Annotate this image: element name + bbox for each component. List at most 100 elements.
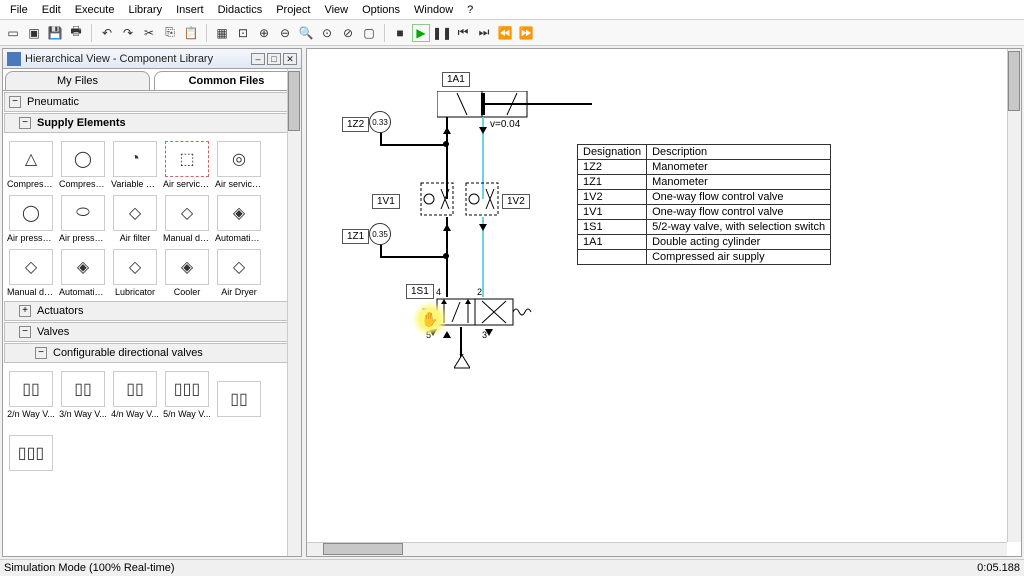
component-item[interactable]: ◈Cooler	[162, 245, 212, 297]
section-label: Valves	[37, 326, 69, 338]
collapse-icon[interactable]: −	[35, 347, 47, 359]
section-config-valves[interactable]: − Configurable directional valves	[4, 343, 300, 363]
component-item[interactable]: ◇Manual drain	[6, 245, 56, 297]
library-scrollbar[interactable]	[287, 69, 301, 556]
component-item[interactable]: △Compresse...	[6, 137, 56, 189]
skip-forward-icon[interactable]: ⏩	[517, 24, 535, 42]
component-item[interactable]: ▯▯▯	[6, 421, 56, 473]
skip-back-icon[interactable]: ⏪	[496, 24, 514, 42]
menu-library[interactable]: Library	[122, 2, 168, 18]
label-1Z1: 1Z1	[342, 229, 369, 244]
tab-common-files[interactable]: Common Files	[154, 71, 299, 90]
collapse-icon[interactable]: −	[9, 96, 21, 108]
zoom-prev-icon[interactable]: ⊘	[339, 24, 357, 42]
menubar: File Edit Execute Library Insert Didacti…	[0, 0, 1024, 20]
air-supply-icon[interactable]	[454, 355, 470, 372]
paste-icon[interactable]: 📋	[182, 24, 200, 42]
canvas-vscrollbar[interactable]	[1007, 49, 1021, 542]
component-item[interactable]: ▯▯4/n Way V...	[110, 367, 160, 419]
step-back-icon[interactable]: ⏮	[454, 24, 472, 42]
menu-file[interactable]: File	[4, 2, 34, 18]
close-icon[interactable]: ✕	[283, 53, 297, 65]
menu-insert[interactable]: Insert	[170, 2, 210, 18]
minimize-icon[interactable]: –	[251, 53, 265, 65]
print-icon[interactable]: 🖶	[67, 24, 85, 42]
gauge-1Z2[interactable]: 0.33	[369, 111, 391, 133]
play-icon[interactable]: ▶	[412, 24, 430, 42]
menu-didactics[interactable]: Didactics	[212, 2, 269, 18]
tab-my-files[interactable]: My Files	[5, 71, 150, 90]
canvas-hscrollbar[interactable]	[307, 542, 1007, 556]
expand-icon[interactable]: +	[19, 305, 31, 317]
library-panel: Hierarchical View - Component Library – …	[2, 48, 302, 557]
collapse-icon[interactable]: −	[19, 117, 31, 129]
component-item[interactable]: ▯▯2/n Way V...	[6, 367, 56, 419]
maximize-icon[interactable]: □	[267, 53, 281, 65]
component-item[interactable]: ⬭Air pressure...	[58, 191, 108, 243]
canvas-panel: 1A1 v=0.04 1Z2 0.33	[306, 48, 1022, 557]
library-titlebar[interactable]: Hierarchical View - Component Library – …	[3, 49, 301, 69]
zoom-100-icon[interactable]: ⊙	[318, 24, 336, 42]
flow-valve-1V2[interactable]	[462, 179, 502, 222]
component-item[interactable]: ◇Lubricator	[110, 245, 160, 297]
library-icon	[7, 52, 21, 66]
menu-edit[interactable]: Edit	[36, 2, 67, 18]
component-item[interactable]: ◈Automatic d...	[214, 191, 264, 243]
component-item[interactable]: ◇Air Dryer	[214, 245, 264, 297]
label-1V1: 1V1	[372, 194, 400, 209]
component-item[interactable]: ◇Air filter	[110, 191, 160, 243]
component-item[interactable]: ◈Automatic d...	[58, 245, 108, 297]
menu-view[interactable]: View	[318, 2, 354, 18]
section-pneumatic[interactable]: − Pneumatic	[4, 92, 300, 112]
scrollbar-thumb[interactable]	[1008, 51, 1020, 111]
section-label: Actuators	[37, 305, 83, 317]
new-icon[interactable]: ▭	[4, 24, 22, 42]
save-icon[interactable]: 💾	[46, 24, 64, 42]
component-item[interactable]: ◔Variable co...	[110, 137, 160, 189]
stop-icon[interactable]: ■	[391, 24, 409, 42]
table-header: Designation	[578, 145, 647, 160]
zoom-region-icon[interactable]: 🔍	[297, 24, 315, 42]
menu-project[interactable]: Project	[270, 2, 316, 18]
schematic-canvas[interactable]: 1A1 v=0.04 1Z2 0.33	[307, 49, 1007, 542]
cut-icon[interactable]: ✂	[140, 24, 158, 42]
section-supply-elements[interactable]: − Supply Elements	[4, 113, 300, 133]
step-forward-icon[interactable]: ⏭	[475, 24, 493, 42]
gauge-1Z1[interactable]: 0.35	[369, 223, 391, 245]
grid-icon[interactable]: ▦	[213, 24, 231, 42]
section-valves[interactable]: − Valves	[4, 322, 300, 342]
pause-icon[interactable]: ❚❚	[433, 24, 451, 42]
redo-icon[interactable]: ↷	[119, 24, 137, 42]
valves-grid: ▯▯2/n Way V... ▯▯3/n Way V... ▯▯4/n Way …	[3, 364, 301, 476]
component-item[interactable]: ⬚Air service ...	[162, 137, 212, 189]
zoom-fit-icon[interactable]: ⊡	[234, 24, 252, 42]
zoom-in-icon[interactable]: ⊕	[255, 24, 273, 42]
menu-help[interactable]: ?	[461, 2, 479, 18]
label-1A1: 1A1	[442, 72, 470, 87]
component-item[interactable]: ◯Air pressure...	[6, 191, 56, 243]
copy-icon[interactable]: ⎘	[161, 24, 179, 42]
collapse-icon[interactable]: −	[19, 326, 31, 338]
arrow-icon	[479, 224, 487, 231]
scrollbar-thumb[interactable]	[323, 543, 403, 555]
undo-icon[interactable]: ↶	[98, 24, 116, 42]
menu-window[interactable]: Window	[408, 2, 459, 18]
zoom-all-icon[interactable]: ▢	[360, 24, 378, 42]
menu-options[interactable]: Options	[356, 2, 406, 18]
component-item[interactable]: ▯▯▯5/n Way V...	[162, 367, 212, 419]
zoom-out-icon[interactable]: ⊖	[276, 24, 294, 42]
section-actuators[interactable]: + Actuators	[4, 301, 300, 321]
line-segment	[380, 256, 447, 258]
open-icon[interactable]: ▣	[25, 24, 43, 42]
scrollbar-thumb[interactable]	[288, 71, 300, 131]
component-item[interactable]: ▯▯	[214, 367, 264, 419]
component-item[interactable]: ◎Air service ...	[214, 137, 264, 189]
component-item[interactable]: ◯Compressor	[58, 137, 108, 189]
table-row: 1S15/2-way valve, with selection switch	[578, 220, 831, 235]
component-item[interactable]: ◇Manual drai...	[162, 191, 212, 243]
flow-valve-1V1[interactable]	[417, 179, 457, 222]
cylinder-symbol[interactable]	[437, 91, 597, 122]
label-1Z2: 1Z2	[342, 117, 369, 132]
menu-execute[interactable]: Execute	[69, 2, 121, 18]
component-item[interactable]: ▯▯3/n Way V...	[58, 367, 108, 419]
